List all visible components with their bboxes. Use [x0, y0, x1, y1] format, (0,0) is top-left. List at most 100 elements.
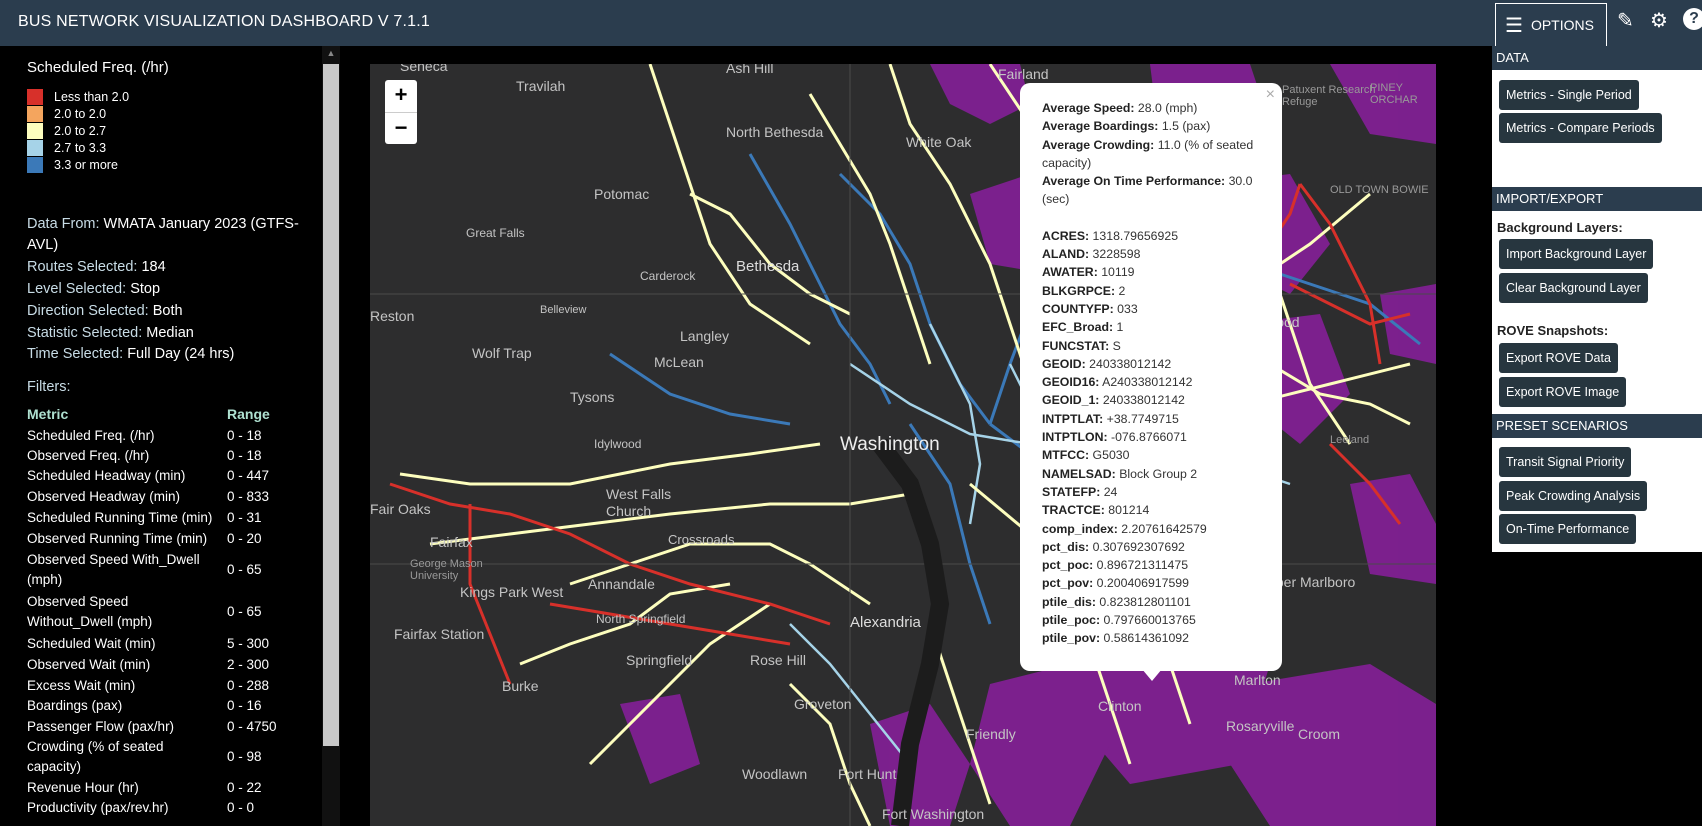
- section-data: DATA: [1492, 46, 1702, 70]
- zoom-in-button[interactable]: +: [385, 80, 417, 112]
- import-background-layer-button[interactable]: Import Background Layer: [1499, 239, 1654, 269]
- filter-metric: Revenue Hour (hr): [27, 780, 139, 795]
- filter-row[interactable]: Excess Wait (min) 0 - 288: [27, 676, 317, 696]
- map-label-carderock: Carderock: [640, 269, 696, 283]
- popup-row-key: COUNTYFP:: [1042, 301, 1114, 316]
- popup-row-value: 801214: [1104, 503, 1150, 518]
- filter-row[interactable]: Observed Headway (min) 0 - 833: [27, 487, 317, 507]
- popup-row: INTPTLAT: +38.7749715: [1042, 410, 1264, 428]
- legend-title: Scheduled Freq. (/hr): [27, 59, 169, 76]
- metrics-single-period-button[interactable]: Metrics - Single Period: [1499, 80, 1639, 110]
- clear-background-layer-button[interactable]: Clear Background Layer: [1499, 273, 1648, 303]
- popup-row: NAMELSAD: Block Group 2: [1042, 465, 1264, 483]
- export-rove-image-button[interactable]: Export ROVE Image: [1499, 377, 1627, 407]
- popup-row-key: AWATER:: [1042, 265, 1098, 280]
- rove-snapshots-label: ROVE Snapshots:: [1497, 323, 1609, 338]
- options-tab[interactable]: ☰ OPTIONS: [1495, 3, 1607, 46]
- scroll-up-icon[interactable]: ▲: [325, 48, 337, 60]
- filter-row[interactable]: Scheduled Freq. (/hr) 0 - 18: [27, 426, 317, 446]
- filter-row[interactable]: Observed Wait (min) 2 - 300: [27, 655, 317, 675]
- zoom-out-button[interactable]: −: [385, 112, 417, 144]
- map-label-croom: Croom: [1298, 726, 1341, 742]
- app-title: BUS NETWORK VISUALIZATION DASHBOARD V 7.…: [18, 13, 430, 30]
- popup-row-key: comp_index:: [1042, 521, 1118, 536]
- popup-row-key: Average Boardings:: [1042, 119, 1159, 134]
- section-preset-scenarios: PRESET SCENARIOS: [1492, 414, 1702, 438]
- map-label-white-oak: White Oak: [906, 134, 972, 150]
- popup-row-key: BLKGRPCE:: [1042, 283, 1116, 298]
- legend-label: Less than 2.0: [54, 89, 130, 104]
- map-label-george-mason: George Mason University: [410, 558, 483, 582]
- level-key: Level Selected:: [27, 281, 127, 297]
- map-label-marlton: Marlton: [1234, 672, 1281, 688]
- filter-metric: Observed Wait (min): [27, 657, 151, 672]
- popup-row: MTFCC: G5030: [1042, 446, 1264, 464]
- map-label-friendly: Friendly: [966, 726, 1016, 742]
- data-from-key: Data From:: [27, 216, 100, 232]
- filter-metric: Scheduled Running Time (min): [27, 510, 213, 525]
- popup-row-value: S: [1109, 338, 1121, 353]
- map-label-crossroads: Crossroads: [668, 532, 735, 547]
- filter-row[interactable]: Observed Speed Without_Dwell (mph) 0 - 65: [27, 592, 317, 632]
- help-icon[interactable]: ?: [1683, 8, 1702, 30]
- map-label-old-town: OLD TOWN BOWIE: [1330, 184, 1429, 196]
- map-label-washington: Washington: [840, 434, 940, 455]
- filter-metric: Boardings (pax): [27, 698, 123, 713]
- popup-row-key: pct_dis:: [1042, 539, 1090, 554]
- popup-row-key: pct_poc:: [1042, 558, 1094, 573]
- popup-row: COUNTYFP: 033: [1042, 300, 1264, 318]
- popup-row-value: +38.7749715: [1103, 411, 1179, 426]
- map-label-patuxent: Patuxent Research Refuge: [1282, 84, 1376, 108]
- filter-metric: Crowding (% of seated capacity): [27, 739, 164, 774]
- export-rove-data-button[interactable]: Export ROVE Data: [1499, 343, 1618, 373]
- filter-range: 0 - 4750: [227, 719, 277, 734]
- popup-row-key: pct_pov:: [1042, 576, 1094, 591]
- filter-range: 0 - 65: [227, 562, 262, 577]
- popup-close-button[interactable]: ×: [1266, 86, 1275, 104]
- on-time-performance-button[interactable]: On-Time Performance: [1499, 514, 1637, 544]
- metrics-compare-periods-button[interactable]: Metrics - Compare Periods: [1499, 113, 1662, 143]
- peak-crowding-analysis-button[interactable]: Peak Crowding Analysis: [1499, 481, 1648, 511]
- map-label-burke: Burke: [502, 678, 539, 694]
- filter-row[interactable]: Revenue Hour (hr) 0 - 22: [27, 778, 317, 798]
- popup-row-value: 2.20761642579: [1117, 521, 1207, 536]
- filter-row[interactable]: Observed Speed With_Dwell (mph) 0 - 65: [27, 550, 317, 590]
- filter-row[interactable]: Observed Freq. (/hr) 0 - 18: [27, 446, 317, 466]
- map-label-woodlawn: Woodlawn: [742, 766, 808, 782]
- popup-row-key: Average Crowding:: [1042, 137, 1155, 152]
- filter-row[interactable]: Crowding (% of seated capacity) 0 - 98: [27, 737, 317, 777]
- map-label-fairfax-station: Fairfax Station: [394, 626, 485, 642]
- map-label-belleview: Belleview: [540, 304, 587, 316]
- filter-row[interactable]: Observed Running Time (min) 0 - 20: [27, 529, 317, 549]
- filter-row[interactable]: Scheduled Headway (min) 0 - 447: [27, 466, 317, 486]
- filter-metric: Observed Running Time (min): [27, 531, 208, 546]
- popup-row: GEOID16: A240338012142: [1042, 373, 1264, 391]
- filter-row[interactable]: Boardings (pax) 0 - 16: [27, 696, 317, 716]
- map-label-west-falls-church: West Falls Church: [606, 486, 672, 519]
- left-panel: Scheduled Freq. (/hr) Less than 2.0 2.0 …: [0, 46, 322, 826]
- popup-row: ptile_poc: 0.797660013765: [1042, 611, 1264, 629]
- map-label-rosaryville: Rosaryville: [1226, 718, 1295, 734]
- map-label-fort-hunt: Fort Hunt: [838, 766, 897, 782]
- map-label-idylwood: Idylwood: [594, 437, 642, 451]
- popup-row-key: MTFCC:: [1042, 448, 1090, 463]
- filter-metric: Scheduled Freq. (/hr): [27, 428, 155, 443]
- transit-signal-priority-button[interactable]: Transit Signal Priority: [1499, 447, 1632, 477]
- popup-row: pct_poc: 0.896721311475: [1042, 556, 1264, 574]
- popup-row: INTPTLON: -076.8766071: [1042, 428, 1264, 446]
- scrollbar-thumb[interactable]: [323, 64, 339, 746]
- popup-row-key: GEOID16:: [1042, 375, 1100, 390]
- gear-icon[interactable]: ⚙: [1650, 8, 1668, 33]
- filter-row[interactable]: Scheduled Wait (min) 5 - 300: [27, 634, 317, 654]
- popup-row-key: ptile_poc:: [1042, 613, 1101, 628]
- pencil-icon[interactable]: ✎: [1617, 8, 1634, 33]
- popup-row: Average Boardings: 1.5 (pax): [1042, 117, 1264, 135]
- legend-swatch: [27, 88, 43, 105]
- filter-row[interactable]: Scheduled Running Time (min) 0 - 31: [27, 508, 317, 528]
- filter-range: 2 - 300: [227, 657, 270, 672]
- popup-row: GEOID_1: 240338012142: [1042, 391, 1264, 409]
- filter-row[interactable]: Productivity (pax/rev.hr) 0 - 0: [27, 798, 317, 818]
- direction-value: Both: [152, 303, 183, 319]
- left-panel-scrollbar[interactable]: ▲: [322, 46, 340, 826]
- filter-row[interactable]: Passenger Flow (pax/hr) 0 - 4750: [27, 717, 317, 737]
